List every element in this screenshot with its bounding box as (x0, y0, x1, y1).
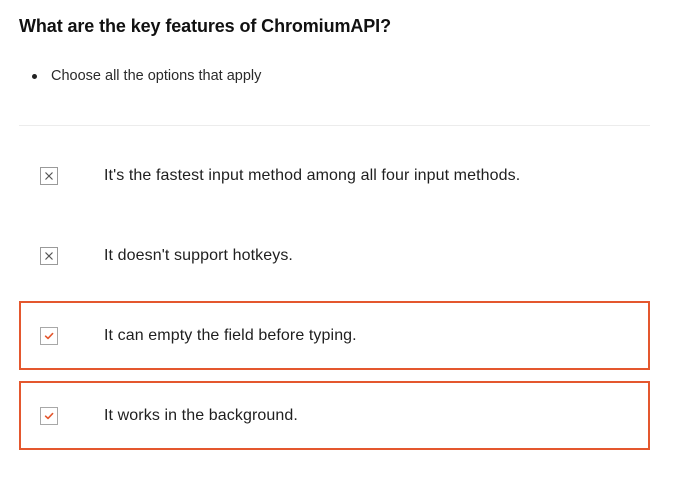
cross-icon (45, 251, 53, 260)
bullet-icon (32, 74, 37, 79)
option-label: It works in the background. (104, 406, 298, 424)
option-checkbox[interactable] (40, 246, 58, 265)
instruction-text: Choose all the options that apply (51, 68, 262, 84)
option-label: It doesn't support hotkeys. (104, 246, 293, 264)
option-4[interactable]: It works in the background. (19, 381, 650, 450)
option-2[interactable]: It doesn't support hotkeys. (19, 221, 650, 290)
option-1[interactable]: It's the fastest input method among all … (19, 141, 650, 210)
instruction-list: Choose all the options that apply (19, 66, 261, 86)
option-label: It's the fastest input method among all … (104, 166, 521, 184)
option-label: It can empty the field before typing. (104, 326, 357, 344)
option-checkbox[interactable] (40, 166, 58, 185)
check-icon (44, 412, 54, 419)
option-checkbox[interactable] (40, 326, 58, 345)
divider (19, 125, 650, 126)
question-title: What are the key features of ChromiumAPI… (19, 16, 391, 36)
check-icon (44, 332, 54, 339)
quiz-question: What are the key features of ChromiumAPI… (0, 0, 674, 494)
option-checkbox[interactable] (40, 406, 58, 425)
instruction-item: Choose all the options that apply (19, 66, 261, 86)
cross-icon (45, 171, 53, 180)
option-3[interactable]: It can empty the field before typing. (19, 301, 650, 370)
